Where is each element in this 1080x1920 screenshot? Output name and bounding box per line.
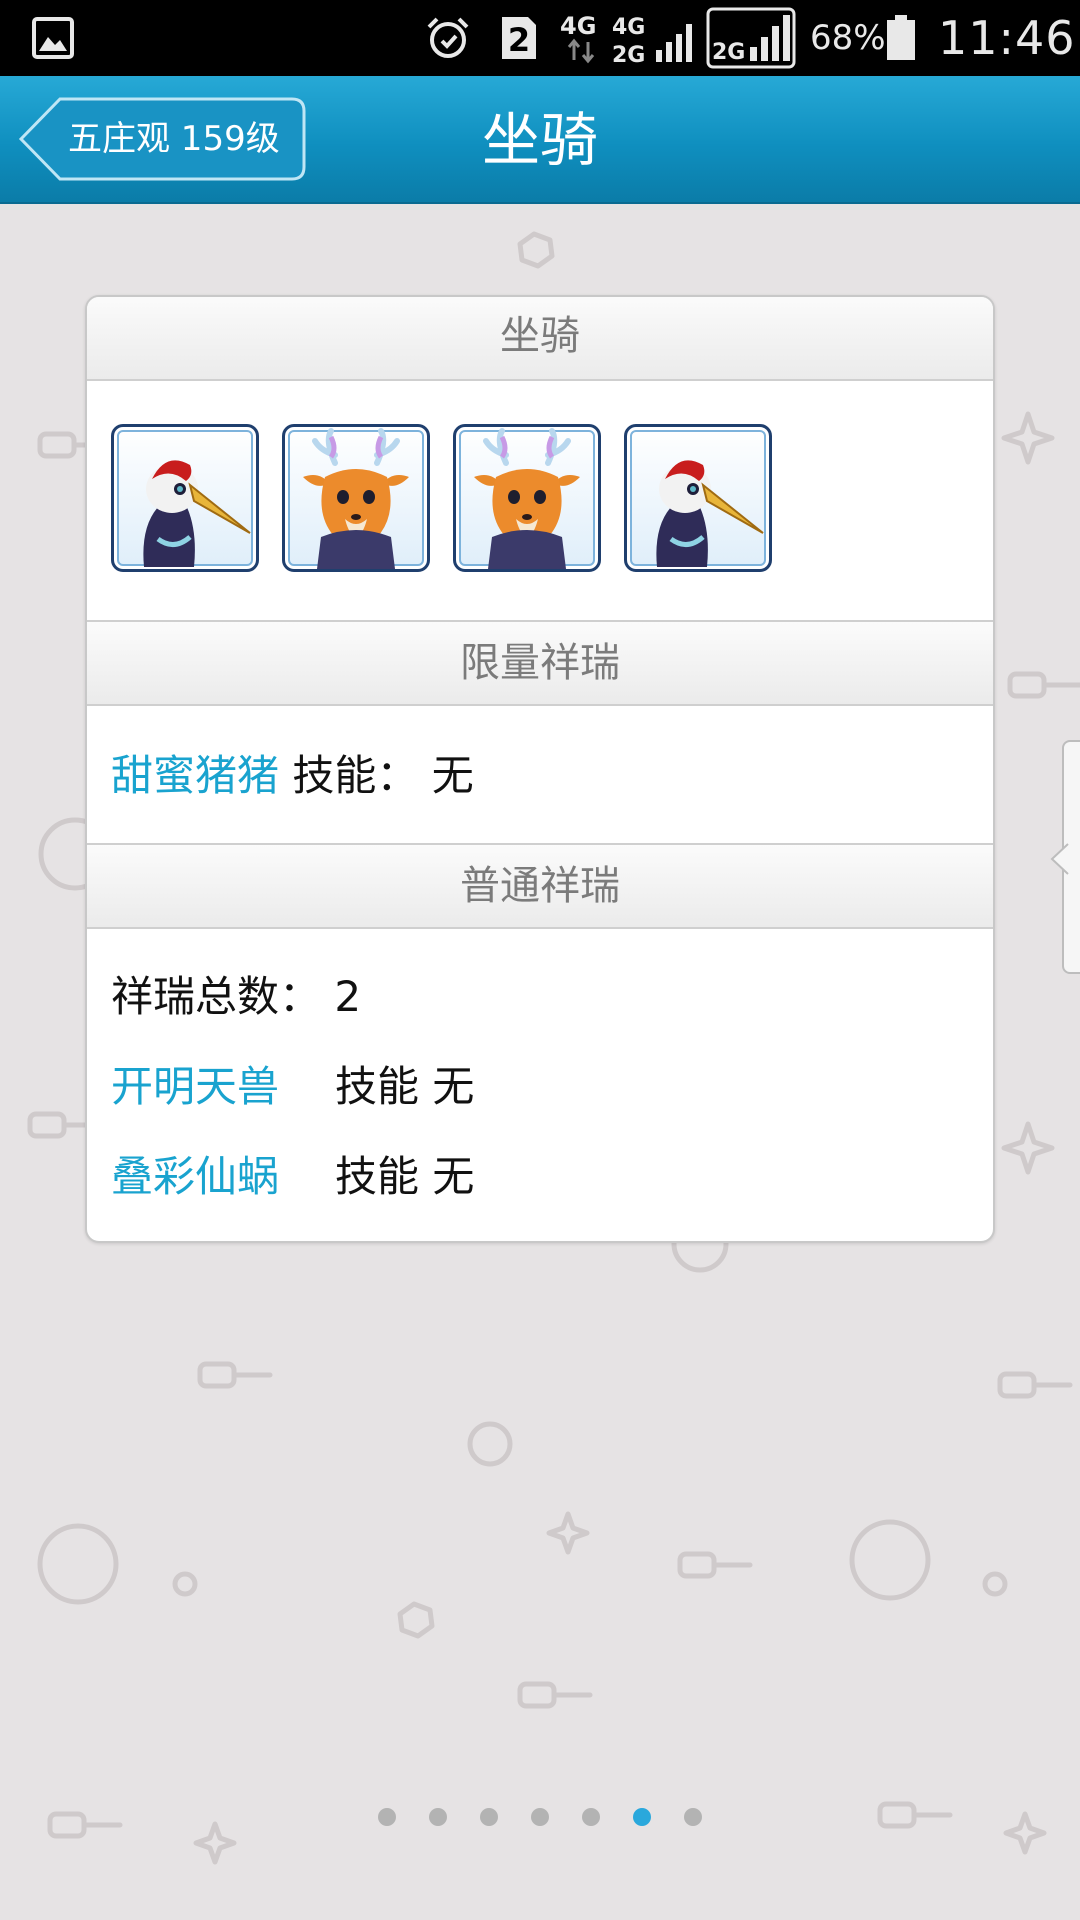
ring-doodle-icon	[849, 1519, 931, 1601]
hammer-doodle-icon	[677, 1551, 753, 1579]
chevron-left-icon	[1050, 843, 1069, 875]
battery-icon	[886, 0, 916, 76]
page-dot[interactable]	[480, 1808, 498, 1826]
app-header: 五庄观 159级 坐骑	[0, 76, 1080, 204]
mount-name-link[interactable]: 开明天兽	[111, 1062, 279, 1111]
signal-2g-icon: 2G	[706, 0, 796, 76]
dot-doodle-icon	[982, 1571, 1008, 1597]
hammer-doodle-icon	[877, 1801, 953, 1829]
gallery-icon	[32, 0, 74, 76]
ring-doodle-icon	[37, 1523, 119, 1605]
network-2-top-label: 4G	[612, 15, 645, 40]
list-item: 开明天兽 技能 无	[111, 1053, 474, 1114]
normal-mount-total: 祥瑞总数： 2	[111, 972, 362, 1021]
crane-mount-icon[interactable]	[111, 424, 259, 572]
normal-section-header: 普通祥瑞	[87, 843, 993, 929]
sparkle-doodle-icon	[1003, 1811, 1047, 1855]
signal-icon: 4G 2G	[612, 0, 702, 76]
page-title: 坐骑	[481, 106, 598, 174]
page-indicator	[378, 1808, 702, 1826]
limited-mount-name-link[interactable]: 甜蜜猪猪	[111, 751, 279, 800]
list-item: 叠彩仙蜗 技能 无	[111, 1143, 474, 1204]
crane-mount-icon[interactable]	[624, 424, 772, 572]
dot-doodle-icon	[172, 1571, 198, 1597]
page-dot-active[interactable]	[633, 1808, 651, 1826]
sim-2-icon: 2	[500, 0, 538, 76]
network-2-bottom-label: 2G	[612, 43, 645, 66]
alarm-icon	[425, 0, 471, 76]
page-dot[interactable]	[531, 1808, 549, 1826]
hammer-doodle-icon	[47, 1811, 123, 1839]
page-dot[interactable]	[429, 1808, 447, 1826]
mount-skill: 技能 无	[335, 1152, 475, 1201]
mount-skill: 技能 无	[335, 1062, 475, 1111]
mount-icon-list	[111, 424, 772, 572]
deer-mount-icon[interactable]	[282, 424, 430, 572]
network-1-label: 4G	[560, 12, 596, 40]
sparkle-doodle-icon	[1001, 411, 1055, 465]
limited-section-header: 限量祥瑞	[87, 620, 993, 706]
ring-doodle-icon	[467, 1421, 513, 1467]
hammer-doodle-icon	[197, 1361, 273, 1389]
mount-name-link[interactable]: 叠彩仙蜗	[111, 1152, 279, 1201]
status-bar: 2 4G 4G 2G 2G 68% 11:46	[0, 0, 1080, 76]
battery-percent: 68%	[810, 18, 886, 58]
sim-slot-label: 2	[508, 21, 530, 59]
limited-mount-row: 甜蜜猪猪 技能： 无	[111, 742, 474, 803]
hammer-doodle-icon	[1007, 671, 1080, 699]
gem-doodle-icon	[397, 1601, 435, 1639]
deer-mount-icon[interactable]	[453, 424, 601, 572]
gem-doodle-icon	[517, 231, 555, 269]
network-4g-icon: 4G	[560, 0, 606, 76]
sparkle-doodle-icon	[546, 1511, 590, 1555]
limited-mount-skill: 技能： 无	[292, 751, 474, 800]
sparkle-doodle-icon	[1001, 1121, 1055, 1175]
mounts-section-header: 坐骑	[87, 297, 993, 381]
hammer-doodle-icon	[997, 1371, 1073, 1399]
sparkle-doodle-icon	[193, 1821, 237, 1865]
side-drawer-handle[interactable]	[1050, 740, 1080, 974]
page-dot[interactable]	[582, 1808, 600, 1826]
network-3-label: 2G	[712, 40, 745, 65]
mounts-card: 坐骑 限量祥瑞 甜蜜猪猪 技能： 无 普通祥瑞 祥瑞总数： 2 开明天兽 技能 …	[85, 295, 995, 1243]
page-dot[interactable]	[684, 1808, 702, 1826]
hammer-doodle-icon	[517, 1681, 593, 1709]
clock: 11:46	[938, 11, 1076, 65]
page-dot[interactable]	[378, 1808, 396, 1826]
